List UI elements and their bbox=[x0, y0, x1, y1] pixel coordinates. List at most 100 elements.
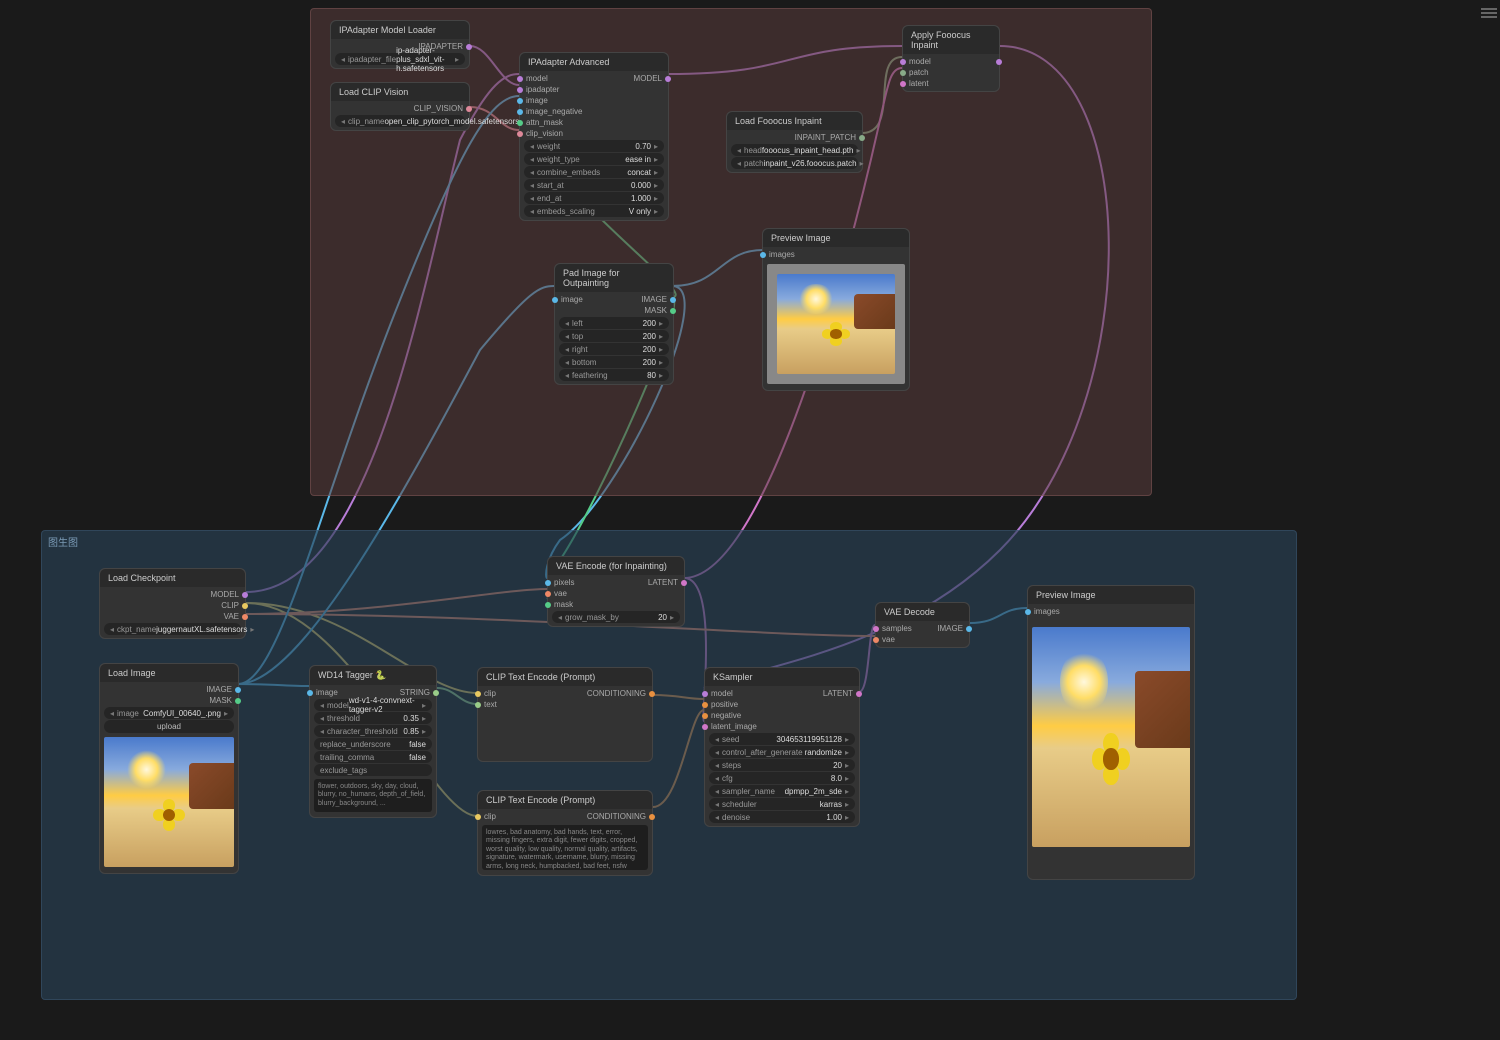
port-image-out[interactable] bbox=[235, 687, 241, 693]
port-mask-in[interactable] bbox=[545, 602, 551, 608]
node-title: VAE Encode (for Inpainting) bbox=[548, 557, 684, 575]
widget-cfg[interactable]: ◂cfg8.0▸ bbox=[709, 772, 855, 784]
node-preview-1[interactable]: Preview Image images bbox=[762, 228, 910, 391]
port-images-in[interactable] bbox=[760, 252, 766, 258]
port-patch-in[interactable] bbox=[900, 70, 906, 76]
port-clip-in[interactable] bbox=[475, 814, 481, 820]
port-cond-out[interactable] bbox=[649, 814, 655, 820]
port-model-out[interactable] bbox=[665, 76, 671, 82]
node-clip-vision[interactable]: Load CLIP Vision CLIP_VISION ◂clip_nameo… bbox=[330, 82, 470, 131]
port-ipadapter-out[interactable] bbox=[466, 44, 472, 50]
port-image-in[interactable] bbox=[517, 98, 523, 104]
node-load-image[interactable]: Load Image IMAGE MASK ◂imageComfyUI_0064… bbox=[99, 663, 239, 874]
widget-start[interactable]: ◂start_at0.000▸ bbox=[524, 179, 664, 191]
port-mask-out[interactable] bbox=[235, 698, 241, 704]
node-clip-text-pos[interactable]: CLIP Text Encode (Prompt) clipCONDITIONI… bbox=[477, 667, 653, 762]
widget-patch[interactable]: ◂patchinpaint_v26.fooocus.patch▸ bbox=[731, 157, 858, 169]
node-title: CLIP Text Encode (Prompt) bbox=[478, 791, 652, 809]
widget-seed[interactable]: ◂seed304653119951128▸ bbox=[709, 733, 855, 745]
widget-clip-name[interactable]: ◂clip_nameopen_clip_pytorch_model.safete… bbox=[335, 115, 465, 127]
port-model-in[interactable] bbox=[702, 691, 708, 697]
widget-scheduler[interactable]: ◂schedulerkarras▸ bbox=[709, 798, 855, 810]
port-attnmask-in[interactable] bbox=[517, 120, 523, 126]
widget-trailing-comma[interactable]: trailing_commafalse bbox=[314, 751, 432, 763]
port-vae-in[interactable] bbox=[545, 591, 551, 597]
node-ipadapter-loader[interactable]: IPAdapter Model Loader IPADAPTER ◂ipadap… bbox=[330, 20, 470, 69]
port-string-out[interactable] bbox=[433, 690, 439, 696]
node-fooocus-load[interactable]: Load Fooocus Inpaint INPAINT_PATCH ◂head… bbox=[726, 111, 863, 173]
node-vae-encode[interactable]: VAE Encode (for Inpainting) pixelsLATENT… bbox=[547, 556, 685, 627]
widget-underscore[interactable]: replace_underscorefalse bbox=[314, 738, 432, 750]
port-samples-in[interactable] bbox=[873, 626, 879, 632]
widget-exclude-tags[interactable]: exclude_tags bbox=[314, 764, 432, 776]
widget-steps[interactable]: ◂steps20▸ bbox=[709, 759, 855, 771]
node-ipadapter-advanced[interactable]: IPAdapter Advanced model MODEL ipadapter… bbox=[519, 52, 669, 221]
upload-button[interactable]: upload bbox=[104, 720, 234, 733]
node-load-checkpoint[interactable]: Load Checkpoint MODEL CLIP VAE ◂ckpt_nam… bbox=[99, 568, 246, 639]
port-latent-out[interactable] bbox=[856, 691, 862, 697]
node-preview-2[interactable]: Preview Image images bbox=[1027, 585, 1195, 880]
node-clip-text-neg[interactable]: CLIP Text Encode (Prompt) clipCONDITIONI… bbox=[477, 790, 653, 876]
preview-image bbox=[1032, 627, 1190, 847]
widget-top[interactable]: ◂top200▸ bbox=[559, 330, 669, 342]
port-pixels-in[interactable] bbox=[545, 580, 551, 586]
port-vae-in[interactable] bbox=[873, 637, 879, 643]
port-latent-out[interactable] bbox=[681, 580, 687, 586]
widget-right[interactable]: ◂right200▸ bbox=[559, 343, 669, 355]
widget-image-name[interactable]: ◂imageComfyUI_00640_.png▸ bbox=[104, 707, 234, 719]
widget-weight-type[interactable]: ◂weight_typeease in▸ bbox=[524, 153, 664, 165]
port-clipvision-in[interactable] bbox=[517, 131, 523, 137]
port-mask-out[interactable] bbox=[670, 308, 676, 314]
port-model-in[interactable] bbox=[517, 76, 523, 82]
port-negative-in[interactable] bbox=[702, 713, 708, 719]
widget-combine[interactable]: ◂combine_embedsconcat▸ bbox=[524, 166, 664, 178]
widget-bottom[interactable]: ◂bottom200▸ bbox=[559, 356, 669, 368]
node-title: Load Checkpoint bbox=[100, 569, 245, 587]
port-positive-in[interactable] bbox=[702, 702, 708, 708]
port-image-in[interactable] bbox=[307, 690, 313, 696]
node-title: Apply Fooocus Inpaint bbox=[903, 26, 999, 54]
widget-embeds-scaling[interactable]: ◂embeds_scalingV only▸ bbox=[524, 205, 664, 217]
node-title: IPAdapter Advanced bbox=[520, 53, 668, 71]
port-imageneg-in[interactable] bbox=[517, 109, 523, 115]
node-canvas[interactable]: 图生图 IPAdapter Model Loader IPADAPTER ◂ip… bbox=[0, 0, 1500, 1040]
widget-feather[interactable]: ◂feathering80▸ bbox=[559, 369, 669, 381]
node-ksampler[interactable]: KSampler modelLATENT positive negative l… bbox=[704, 667, 860, 827]
widget-control[interactable]: ◂control_after_generaterandomize▸ bbox=[709, 746, 855, 758]
widget-ipadapter-file[interactable]: ◂ipadapter_fileip-adapter-plus_sdxl_vit-… bbox=[335, 53, 465, 65]
widget-weight[interactable]: ◂weight0.70▸ bbox=[524, 140, 664, 152]
widget-head[interactable]: ◂headfooocus_inpaint_head.pth▸ bbox=[731, 144, 858, 156]
widget-sampler[interactable]: ◂sampler_namedpmpp_2m_sde▸ bbox=[709, 785, 855, 797]
port-latent-in[interactable] bbox=[900, 81, 906, 87]
group-label: 图生图 bbox=[48, 534, 78, 549]
port-clip-out[interactable] bbox=[242, 603, 248, 609]
widget-ckpt-name[interactable]: ◂ckpt_namejuggernautXL.safetensors▸ bbox=[104, 623, 241, 635]
port-model-out[interactable] bbox=[242, 592, 248, 598]
node-pad-image[interactable]: Pad Image for Outpainting imageIMAGE MAS… bbox=[554, 263, 674, 385]
node-vae-decode[interactable]: VAE Decode samplesIMAGE vae bbox=[875, 602, 970, 648]
port-model-in[interactable] bbox=[900, 59, 906, 65]
widget-model[interactable]: ◂modelwd-v1-4-convnext-tagger-v2▸ bbox=[314, 699, 432, 711]
port-text-in[interactable] bbox=[475, 702, 481, 708]
port-latent-in[interactable] bbox=[702, 724, 708, 730]
port-cond-out[interactable] bbox=[649, 691, 655, 697]
port-clip-in[interactable] bbox=[475, 691, 481, 697]
preview-image bbox=[767, 264, 905, 384]
port-images-in[interactable] bbox=[1025, 609, 1031, 615]
widget-end[interactable]: ◂end_at1.000▸ bbox=[524, 192, 664, 204]
negative-prompt[interactable]: lowres, bad anatomy, bad hands, text, er… bbox=[482, 825, 648, 870]
widget-denoise[interactable]: ◂denoise1.00▸ bbox=[709, 811, 855, 823]
port-clipvision-out[interactable] bbox=[466, 106, 472, 112]
port-patch-out[interactable] bbox=[859, 135, 865, 141]
port-model-out[interactable] bbox=[996, 59, 1002, 65]
port-image-in[interactable] bbox=[552, 297, 558, 303]
port-vae-out[interactable] bbox=[242, 614, 248, 620]
node-wd14-tagger[interactable]: WD14 Tagger 🐍 imageSTRING ◂modelwd-v1-4-… bbox=[309, 665, 437, 818]
widget-grow-mask[interactable]: ◂grow_mask_by20▸ bbox=[552, 611, 680, 623]
widget-char-threshold[interactable]: ◂character_threshold0.85▸ bbox=[314, 725, 432, 737]
widget-left[interactable]: ◂left200▸ bbox=[559, 317, 669, 329]
node-fooocus-apply[interactable]: Apply Fooocus Inpaint model patch latent bbox=[902, 25, 1000, 92]
port-image-out[interactable] bbox=[966, 626, 972, 632]
port-image-out[interactable] bbox=[670, 297, 676, 303]
port-ipadapter-in[interactable] bbox=[517, 87, 523, 93]
